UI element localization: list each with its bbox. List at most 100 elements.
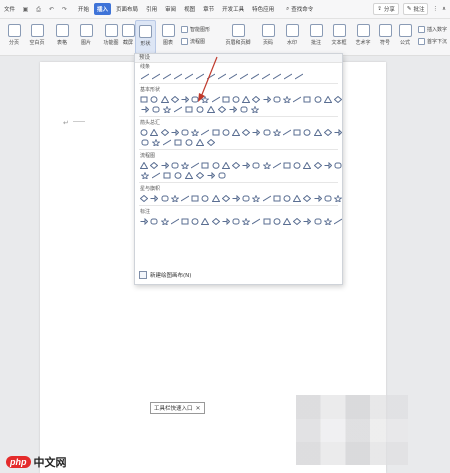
shape-option-icon[interactable]: [228, 72, 237, 80]
shape-option-icon[interactable]: [181, 128, 189, 136]
shape-option-icon[interactable]: [206, 105, 215, 113]
shape-option-icon[interactable]: [191, 217, 199, 225]
shape-option-icon[interactable]: [242, 194, 250, 202]
shape-option-icon[interactable]: [324, 161, 332, 169]
shape-option-icon[interactable]: [151, 171, 160, 179]
file-menu[interactable]: 文件: [0, 5, 19, 13]
shape-option-icon[interactable]: [181, 217, 189, 225]
shape-option-icon[interactable]: [293, 128, 301, 136]
shape-option-icon[interactable]: [211, 194, 220, 202]
shape-option-icon[interactable]: [273, 217, 281, 225]
shape-option-icon[interactable]: [250, 105, 259, 113]
shape-option-icon[interactable]: [242, 128, 251, 136]
shape-option-icon[interactable]: [211, 161, 220, 169]
shape-option-icon[interactable]: [293, 161, 301, 169]
tab-review[interactable]: 审阅: [162, 3, 179, 15]
shape-option-icon[interactable]: [334, 161, 342, 169]
comment-ribbon-button[interactable]: 批注: [306, 20, 326, 54]
header-footer-button[interactable]: 页眉和页脚: [220, 20, 256, 54]
tab-page-layout[interactable]: 页面布局: [113, 3, 141, 15]
shape-option-icon[interactable]: [232, 95, 240, 103]
shape-option-icon[interactable]: [239, 105, 248, 113]
page-number-button[interactable]: 页码: [258, 20, 278, 54]
shape-option-icon[interactable]: [150, 128, 159, 136]
shape-option-icon[interactable]: [228, 105, 237, 113]
shape-option-icon[interactable]: [206, 171, 215, 179]
shape-option-icon[interactable]: [231, 161, 240, 169]
tab-home[interactable]: 开始: [75, 3, 92, 15]
command-search[interactable]: ⌕ 查找命令: [286, 5, 313, 14]
shape-option-icon[interactable]: [150, 95, 158, 103]
comment-button[interactable]: ✎ 批注: [402, 3, 429, 15]
shape-option-icon[interactable]: [252, 161, 260, 169]
shape-option-icon[interactable]: [162, 171, 171, 179]
shape-option-icon[interactable]: [140, 105, 149, 113]
shape-option-icon[interactable]: [273, 194, 281, 202]
shape-option-icon[interactable]: [222, 95, 230, 103]
shape-option-icon[interactable]: [272, 128, 281, 136]
shape-option-icon[interactable]: [323, 128, 332, 136]
flowchart-button[interactable]: 流程图: [181, 38, 205, 45]
shape-option-icon[interactable]: [333, 217, 342, 225]
shape-option-icon[interactable]: [262, 95, 271, 103]
tab-insert[interactable]: 插入: [94, 3, 112, 15]
shape-option-icon[interactable]: [313, 194, 322, 202]
shape-option-icon[interactable]: [221, 194, 230, 202]
shape-option-icon[interactable]: [334, 128, 342, 136]
shape-option-icon[interactable]: [160, 128, 169, 136]
shape-option-icon[interactable]: [140, 95, 148, 103]
shape-option-icon[interactable]: [242, 217, 251, 225]
shape-option-icon[interactable]: [293, 217, 302, 225]
shape-option-icon[interactable]: [242, 95, 251, 103]
shape-option-icon[interactable]: [162, 72, 171, 80]
more-icon[interactable]: ⋮: [432, 6, 438, 12]
shape-option-icon[interactable]: [171, 161, 179, 169]
shape-option-icon[interactable]: [140, 138, 149, 146]
blank-page-button[interactable]: 空白页: [26, 20, 48, 54]
shape-option-icon[interactable]: [333, 95, 342, 103]
shape-option-icon[interactable]: [333, 194, 342, 202]
toolbar-quick-entry[interactable]: 工具栏快速入口 ✕: [150, 402, 205, 414]
shape-option-icon[interactable]: [252, 95, 261, 103]
shape-option-icon[interactable]: [303, 217, 312, 225]
shape-option-icon[interactable]: [191, 161, 200, 169]
shape-option-icon[interactable]: [201, 217, 210, 225]
shape-option-icon[interactable]: [252, 128, 261, 136]
undo-icon[interactable]: ↶: [48, 6, 55, 13]
shape-option-icon[interactable]: [293, 95, 302, 103]
watermark-button[interactable]: 水印: [282, 20, 302, 54]
shape-option-icon[interactable]: [191, 128, 200, 136]
shape-option-icon[interactable]: [323, 217, 332, 225]
shape-option-icon[interactable]: [282, 128, 291, 136]
textbox-button[interactable]: 文本框: [328, 20, 350, 54]
shape-option-icon[interactable]: [160, 194, 168, 202]
shape-option-icon[interactable]: [181, 95, 189, 103]
shape-option-icon[interactable]: [173, 138, 182, 146]
shape-option-icon[interactable]: [222, 128, 230, 136]
shape-option-icon[interactable]: [150, 194, 159, 202]
shape-option-icon[interactable]: [262, 161, 271, 169]
shape-option-icon[interactable]: [323, 95, 332, 103]
insert-number-button[interactable]: 插入数字: [418, 26, 447, 33]
shape-option-icon[interactable]: [252, 194, 261, 202]
shape-option-icon[interactable]: [170, 95, 179, 103]
shape-option-icon[interactable]: [151, 72, 160, 80]
shape-option-icon[interactable]: [283, 161, 291, 169]
shape-option-icon[interactable]: [217, 171, 226, 179]
shape-option-icon[interactable]: [140, 194, 149, 202]
shape-option-icon[interactable]: [239, 72, 248, 80]
shape-option-icon[interactable]: [293, 194, 302, 202]
shape-option-icon[interactable]: [160, 95, 169, 103]
shape-option-icon[interactable]: [173, 171, 182, 179]
shape-option-icon[interactable]: [232, 194, 240, 202]
shape-option-icon[interactable]: [170, 217, 179, 225]
shape-option-icon[interactable]: [162, 138, 171, 146]
shape-option-icon[interactable]: [303, 194, 312, 202]
table-button[interactable]: 表格: [51, 20, 73, 54]
shape-option-icon[interactable]: [150, 217, 158, 225]
shape-option-icon[interactable]: [262, 217, 271, 225]
shape-option-icon[interactable]: [160, 161, 169, 169]
picture-button[interactable]: 图片: [75, 20, 97, 54]
shape-option-icon[interactable]: [262, 194, 271, 202]
shape-option-icon[interactable]: [184, 105, 193, 113]
